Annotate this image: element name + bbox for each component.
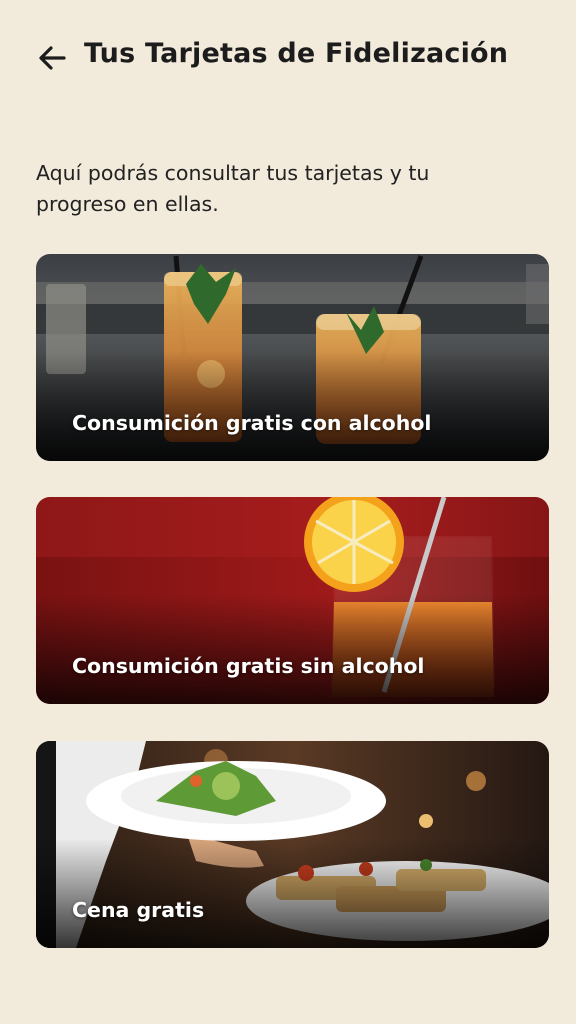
arrow-left-icon [39,46,66,70]
page-title: Tus Tarjetas de Fidelización [84,38,509,69]
card-label: Consumición gratis sin alcohol [72,654,425,678]
loyalty-card-dinner[interactable]: Cena gratis [36,741,549,948]
card-label: Consumición gratis con alcohol [72,411,432,435]
back-button[interactable] [34,40,70,76]
intro-text: Aquí podrás consultar tus tarjetas y tu … [36,161,430,216]
loyalty-card-alcohol[interactable]: Consumición gratis con alcohol [36,254,549,461]
loyalty-card-no-alcohol[interactable]: Consumición gratis sin alcohol [36,497,549,704]
app-header: Tus Tarjetas de Fidelización [0,0,576,116]
card-label: Cena gratis [72,898,205,922]
